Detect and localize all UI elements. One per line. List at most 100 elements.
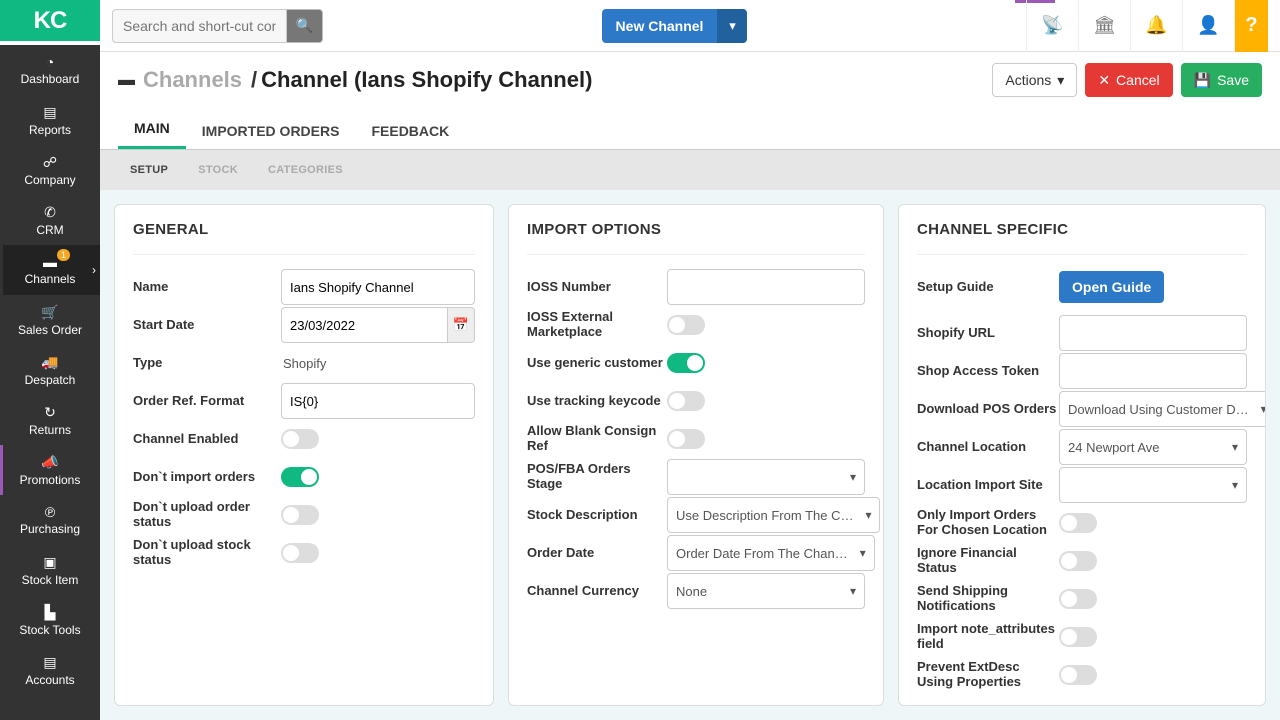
sidebar-label: Returns	[29, 423, 71, 437]
dont-import-toggle[interactable]	[281, 467, 319, 487]
label-dont-upload-stock: Don`t upload stock status	[133, 538, 281, 568]
breadcrumb-root[interactable]: Channels	[143, 67, 242, 93]
avatar[interactable]: 👤	[1182, 0, 1234, 52]
channels-badge: 1	[57, 249, 70, 261]
save-icon: 💾	[1194, 72, 1211, 89]
panel-title: CHANNEL SPECIFIC	[917, 221, 1247, 255]
blank-consign-toggle[interactable]	[667, 429, 705, 449]
label-currency: Channel Currency	[527, 584, 667, 599]
label-order-date: Order Date	[527, 546, 667, 561]
tracking-keycode-toggle[interactable]	[667, 391, 705, 411]
warehouse-icon[interactable]: 🏛	[1078, 0, 1130, 52]
search-input[interactable]	[112, 9, 287, 43]
save-button[interactable]: 💾Save	[1181, 63, 1262, 97]
content: GENERAL Name Start Date📅 TypeShopify Ord…	[100, 190, 1280, 720]
tab-imported-orders[interactable]: IMPORTED ORDERS	[186, 123, 356, 149]
label-order-ref: Order Ref. Format	[133, 394, 281, 409]
panel-title: GENERAL	[133, 221, 475, 255]
topbar: 🔍 New Channel ▾ 📡 🏛 🔔 👤 ?	[100, 0, 1280, 52]
location-import-select[interactable]	[1059, 467, 1247, 503]
label-generic: Use generic customer	[527, 356, 667, 371]
cancel-button[interactable]: ✕Cancel	[1085, 63, 1172, 97]
access-token-input[interactable]	[1059, 353, 1247, 389]
subtab-stock[interactable]: STOCK	[198, 164, 238, 176]
purchasing-icon: ℗	[45, 504, 55, 520]
sidebar-item-accounts[interactable]: ▤ Accounts	[0, 645, 100, 695]
sidebar-item-stockitem[interactable]: ▣Stock Item	[0, 545, 100, 595]
new-channel-button[interactable]: New Channel ▾	[602, 9, 748, 43]
sidebar-item-stocktools[interactable]: ▙Stock Tools	[0, 595, 100, 645]
bell-icon[interactable]: 🔔	[1130, 0, 1182, 52]
channel-enabled-toggle[interactable]	[281, 429, 319, 449]
send-ship-toggle[interactable]	[1059, 589, 1097, 609]
truck-icon: 🚚	[41, 354, 58, 371]
only-import-toggle[interactable]	[1059, 513, 1097, 533]
order-ref-input[interactable]	[281, 383, 475, 419]
ioss-input[interactable]	[667, 269, 865, 305]
label-start-date: Start Date	[133, 318, 281, 333]
sidebar-item-channels[interactable]: ▬Channels1›	[0, 245, 100, 295]
download-pos-select[interactable]: Download Using Customer D…	[1059, 391, 1266, 427]
label-import-note: Import note_attributes field	[917, 622, 1059, 652]
chevron-down-icon[interactable]: ▾	[717, 9, 747, 43]
sidebar-item-returns[interactable]: ↻Returns	[0, 395, 100, 445]
sidebar-label: Promotions	[20, 473, 81, 487]
company-icon: ☍	[43, 154, 57, 171]
cart-icon: 🛒	[41, 304, 58, 321]
sidebar-item-dashboard[interactable]: ◔ Dashboard	[0, 45, 100, 95]
import-note-toggle[interactable]	[1059, 627, 1097, 647]
label-ignore-fin: Ignore Financial Status	[917, 546, 1059, 576]
logo[interactable]: KC	[0, 0, 100, 45]
promo-icon: 📣	[41, 454, 58, 471]
sidebar-label: CRM	[36, 223, 63, 237]
actions-button[interactable]: Actions▾	[992, 63, 1077, 97]
dont-upload-order-toggle[interactable]	[281, 505, 319, 525]
name-input[interactable]	[281, 269, 475, 305]
open-guide-button[interactable]: Open Guide	[1059, 271, 1164, 303]
dont-upload-stock-toggle[interactable]	[281, 543, 319, 563]
sidebar-item-salesorder[interactable]: 🛒Sales Order	[0, 295, 100, 345]
order-date-select[interactable]: Order Date From The Chan…	[667, 535, 875, 571]
sidebar-item-reports[interactable]: ▤Reports	[0, 95, 100, 145]
generic-customer-toggle[interactable]	[667, 353, 705, 373]
calendar-icon[interactable]: 📅	[448, 307, 475, 343]
tab-main[interactable]: MAIN	[118, 120, 186, 149]
breadcrumb-sep: /	[251, 67, 257, 93]
tab-feedback[interactable]: FEEDBACK	[355, 123, 465, 149]
chevron-right-icon: ›	[92, 263, 96, 277]
reports-icon: ▤	[43, 104, 56, 121]
subtab-setup[interactable]: SETUP	[130, 164, 168, 176]
panel-channel-specific: CHANNEL SPECIFIC Setup GuideOpen Guide S…	[898, 204, 1266, 706]
start-date-input[interactable]	[281, 307, 448, 343]
sidebar-item-promotions[interactable]: 📣 Promotions	[0, 445, 100, 495]
page-title: Channel (Ians Shopify Channel)	[261, 67, 592, 93]
sidebar-label: Accounts	[25, 673, 74, 687]
sidebar-item-crm[interactable]: ✆CRM	[0, 195, 100, 245]
channel-icon: ▬	[118, 70, 135, 90]
sidebar: KC ◔Dashboard ▤Reports ☍Company ✆CRM ▬Ch…	[0, 0, 100, 720]
shopify-url-input[interactable]	[1059, 315, 1247, 351]
label-name: Name	[133, 280, 281, 295]
panel-general: GENERAL Name Start Date📅 TypeShopify Ord…	[114, 204, 494, 706]
search-button[interactable]: 🔍	[287, 9, 323, 43]
sidebar-item-despatch[interactable]: 🚚Despatch	[0, 345, 100, 395]
accounts-icon: ▤	[43, 654, 56, 671]
prevent-ext-toggle[interactable]	[1059, 665, 1097, 685]
channel-location-select[interactable]: 24 Newport Ave	[1059, 429, 1247, 465]
pos-stage-select[interactable]	[667, 459, 865, 495]
sidebar-label: Purchasing	[20, 522, 80, 536]
dashboard-icon: ◔	[46, 54, 54, 70]
ignore-fin-toggle[interactable]	[1059, 551, 1097, 571]
subtab-categories[interactable]: CATEGORIES	[268, 164, 343, 176]
help-button[interactable]: ?	[1234, 0, 1268, 52]
currency-select[interactable]: None	[667, 573, 865, 609]
scanner-icon[interactable]: 📡	[1026, 0, 1078, 52]
stock-desc-select[interactable]: Use Description From The C…	[667, 497, 880, 533]
ioss-ext-toggle[interactable]	[667, 315, 705, 335]
sidebar-item-purchasing[interactable]: ℗ Purchasing	[0, 495, 100, 545]
sidebar-label: Dashboard	[21, 72, 80, 86]
panel-title: IMPORT OPTIONS	[527, 221, 865, 255]
sidebar-item-company[interactable]: ☍ Company	[0, 145, 100, 195]
label-access-token: Shop Access Token	[917, 364, 1059, 379]
sidebar-label: Company	[24, 173, 75, 187]
